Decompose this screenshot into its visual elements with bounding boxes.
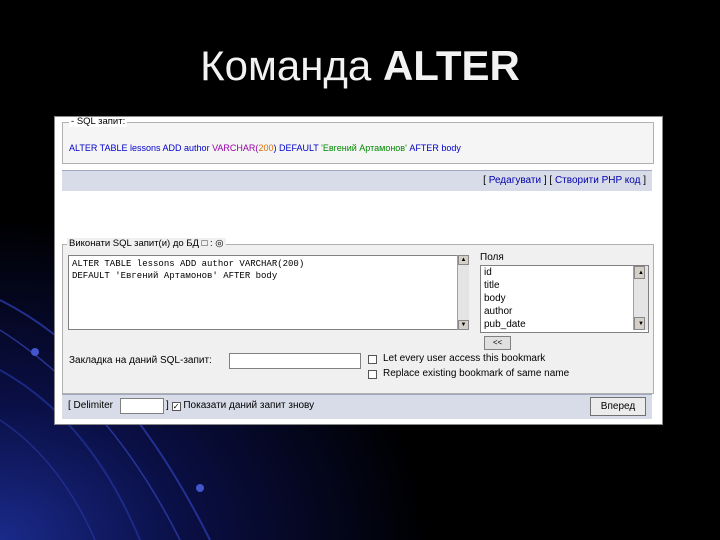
query-links: [ Редагувати ] [ Створити PHP код ] (483, 175, 646, 186)
sql-part: ALTER TABLE lessons ADD author (69, 143, 210, 153)
field-item[interactable]: title (481, 279, 648, 292)
scroll-up-icon[interactable]: ▲ (634, 266, 645, 279)
sql-query-fieldset: - SQL запит: ALTER TABLE lessons ADD aut… (62, 117, 654, 164)
scroll-down-icon[interactable]: ▼ (634, 317, 645, 330)
textarea-scrollbar[interactable]: ▲ ▼ (457, 255, 469, 330)
field-item[interactable]: id (481, 266, 648, 279)
sql-query-legend: - SQL запит: (69, 116, 128, 127)
replace-bookmark-checkbox[interactable] (368, 370, 377, 379)
delimiter-label: [ Delimiter (68, 400, 114, 411)
sql-part: ) DEFAULT (273, 143, 319, 153)
sql-part: AFTER body (409, 143, 461, 153)
field-item[interactable]: pub_date (481, 318, 648, 331)
let-every-user-checkbox[interactable] (368, 355, 377, 364)
database-select[interactable]: □ (202, 238, 208, 249)
show-again-group: ] ✓ Показати даний запит знову (166, 400, 315, 411)
let-every-user-label: Let every user access this bookmark (383, 353, 546, 364)
phpmyadmin-panel: - SQL запит: ALTER TABLE lessons ADD aut… (54, 116, 663, 425)
field-item[interactable]: body (481, 292, 648, 305)
show-again-label: Показати даний запит знову (183, 400, 315, 411)
field-item[interactable]: author (481, 305, 648, 318)
sql-part: 'Евгений Артамонов' (321, 143, 407, 153)
sql-part: 200 (258, 143, 274, 153)
scroll-up-icon[interactable]: ▲ (458, 255, 469, 265)
fields-list[interactable]: id title body author pub_date ▲ ▼ (480, 265, 649, 333)
replace-bookmark-label: Replace existing bookmark of same name (383, 368, 570, 379)
query-links-bar: [ Редагувати ] [ Створити PHP код ] (62, 170, 652, 191)
title-bold: ALTER (382, 42, 520, 89)
sql-part: VARCHAR( (212, 143, 259, 153)
help-icon[interactable]: ◎ (215, 238, 223, 249)
insert-field-button[interactable]: << (484, 336, 511, 350)
fields-scrollbar[interactable]: ▲ ▼ (633, 266, 648, 330)
footer-bar: [ Delimiter ] ✓ Показати даний запит зно… (62, 394, 652, 419)
run-query-legend: Виконати SQL запит(и) до БД □ : ◎ (67, 238, 226, 249)
edit-link[interactable]: Редагувати (489, 175, 541, 186)
show-again-checkbox[interactable]: ✓ (171, 402, 181, 411)
bookmark-input[interactable] (229, 353, 361, 369)
sql-textarea[interactable]: ALTER TABLE lessons ADD author VARCHAR(2… (68, 255, 468, 330)
create-php-link[interactable]: Створити PHP код (555, 175, 640, 186)
go-button[interactable]: Вперед (590, 397, 646, 416)
scroll-down-icon[interactable]: ▼ (458, 320, 469, 330)
sql-query-text: ALTER TABLE lessons ADD author VARCHAR(2… (69, 143, 461, 153)
run-query-fieldset: Виконати SQL запит(и) до БД □ : ◎ ALTER … (62, 238, 654, 394)
title-regular: Команда (200, 42, 372, 89)
bookmark-label: Закладка на даний SQL-запит: (69, 355, 212, 366)
delimiter-input[interactable] (120, 398, 164, 414)
slide-title: Команда ALTER (0, 42, 720, 90)
fields-label: Поля (480, 252, 504, 263)
